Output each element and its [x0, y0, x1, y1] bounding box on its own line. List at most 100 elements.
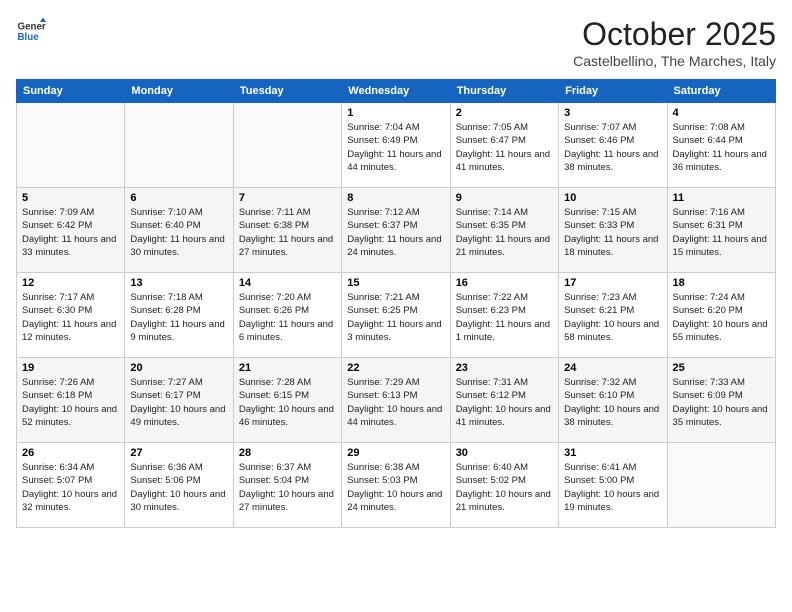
day-info: Sunrise: 7:08 AM Sunset: 6:44 PM Dayligh… [673, 121, 770, 174]
title-area: October 2025 Castelbellino, The Marches,… [573, 16, 776, 69]
calendar-cell: 29 Sunrise: 6:38 AM Sunset: 5:03 PM Dayli… [342, 443, 450, 528]
calendar-cell: 1 Sunrise: 7:04 AM Sunset: 6:49 PM Daylig… [342, 103, 450, 188]
day-info: Sunrise: 7:23 AM Sunset: 6:21 PM Dayligh… [564, 291, 661, 344]
calendar-cell: 22 Sunrise: 7:29 AM Sunset: 6:13 PM Dayli… [342, 358, 450, 443]
day-number: 7 [239, 192, 336, 204]
day-number: 9 [456, 192, 553, 204]
calendar-week: 19 Sunrise: 7:26 AM Sunset: 6:18 PM Dayli… [17, 358, 776, 443]
day-number: 15 [347, 277, 444, 289]
calendar-cell [17, 103, 125, 188]
day-info: Sunrise: 7:05 AM Sunset: 6:47 PM Dayligh… [456, 121, 553, 174]
day-info: Sunrise: 7:20 AM Sunset: 6:26 PM Dayligh… [239, 291, 336, 344]
calendar-body: 1 Sunrise: 7:04 AM Sunset: 6:49 PM Daylig… [17, 103, 776, 528]
calendar-cell: 2Sunrise: 7:05 AM Sunset: 6:47 PM Daylig… [450, 103, 558, 188]
calendar-cell: 5 Sunrise: 7:09 AM Sunset: 6:42 PM Daylig… [17, 188, 125, 273]
calendar-cell: 12 Sunrise: 7:17 AM Sunset: 6:30 PM Dayli… [17, 273, 125, 358]
day-info: Sunrise: 7:24 AM Sunset: 6:20 PM Dayligh… [673, 291, 770, 344]
day-info: Sunrise: 7:14 AM Sunset: 6:35 PM Dayligh… [456, 206, 553, 259]
day-info: Sunrise: 7:32 AM Sunset: 6:10 PM Dayligh… [564, 376, 661, 429]
header: General Blue October 2025 Castelbellino,… [16, 16, 776, 69]
day-number: 25 [673, 362, 770, 374]
calendar-cell: 23Sunrise: 7:31 AM Sunset: 6:12 PM Dayli… [450, 358, 558, 443]
calendar-week: 26 Sunrise: 6:34 AM Sunset: 5:07 PM Dayli… [17, 443, 776, 528]
day-number: 19 [22, 362, 119, 374]
day-info: Sunrise: 6:40 AM Sunset: 5:02 PM Dayligh… [456, 461, 553, 514]
calendar-cell: 27 Sunrise: 6:36 AM Sunset: 5:06 PM Dayli… [125, 443, 233, 528]
weekday-header: Tuesday [233, 80, 341, 103]
day-info: Sunrise: 7:11 AM Sunset: 6:38 PM Dayligh… [239, 206, 336, 259]
day-number: 26 [22, 447, 119, 459]
day-info: Sunrise: 7:04 AM Sunset: 6:49 PM Dayligh… [347, 121, 444, 174]
day-info: Sunrise: 6:34 AM Sunset: 5:07 PM Dayligh… [22, 461, 119, 514]
month-title: October 2025 [573, 16, 776, 53]
calendar-cell: 18 Sunrise: 7:24 AM Sunset: 6:20 PM Dayli… [667, 273, 775, 358]
calendar-cell: 3 Sunrise: 7:07 AM Sunset: 6:46 PM Daylig… [559, 103, 667, 188]
logo: General Blue [16, 16, 46, 46]
weekday-header: Friday [559, 80, 667, 103]
calendar-cell: 17 Sunrise: 7:23 AM Sunset: 6:21 PM Dayli… [559, 273, 667, 358]
day-info: Sunrise: 7:29 AM Sunset: 6:13 PM Dayligh… [347, 376, 444, 429]
svg-text:Blue: Blue [18, 32, 40, 43]
day-number: 31 [564, 447, 661, 459]
day-info: Sunrise: 6:36 AM Sunset: 5:06 PM Dayligh… [130, 461, 227, 514]
calendar-cell: 24 Sunrise: 7:32 AM Sunset: 6:10 PM Dayli… [559, 358, 667, 443]
calendar-cell: 7 Sunrise: 7:11 AM Sunset: 6:38 PM Daylig… [233, 188, 341, 273]
calendar-cell: 6 Sunrise: 7:10 AM Sunset: 6:40 PM Daylig… [125, 188, 233, 273]
day-number: 24 [564, 362, 661, 374]
weekday-header: Monday [125, 80, 233, 103]
day-info: Sunrise: 7:28 AM Sunset: 6:15 PM Dayligh… [239, 376, 336, 429]
calendar-cell: 30 Sunrise: 6:40 AM Sunset: 5:02 PM Dayli… [450, 443, 558, 528]
day-info: Sunrise: 7:22 AM Sunset: 6:23 PM Dayligh… [456, 291, 553, 344]
day-number: 27 [130, 447, 227, 459]
day-info: Sunrise: 7:09 AM Sunset: 6:42 PM Dayligh… [22, 206, 119, 259]
svg-text:General: General [18, 22, 47, 33]
calendar-cell: 4 Sunrise: 7:08 AM Sunset: 6:44 PM Daylig… [667, 103, 775, 188]
day-info: Sunrise: 6:38 AM Sunset: 5:03 PM Dayligh… [347, 461, 444, 514]
calendar-cell: 8Sunrise: 7:12 AM Sunset: 6:37 PM Daylig… [342, 188, 450, 273]
calendar-cell: 28Sunrise: 6:37 AM Sunset: 5:04 PM Dayli… [233, 443, 341, 528]
day-number: 6 [130, 192, 227, 204]
calendar-week: 5 Sunrise: 7:09 AM Sunset: 6:42 PM Daylig… [17, 188, 776, 273]
day-number: 4 [673, 107, 770, 119]
day-number: 17 [564, 277, 661, 289]
calendar-cell [125, 103, 233, 188]
day-info: Sunrise: 7:10 AM Sunset: 6:40 PM Dayligh… [130, 206, 227, 259]
calendar-cell: 10Sunrise: 7:15 AM Sunset: 6:33 PM Dayli… [559, 188, 667, 273]
day-info: Sunrise: 6:41 AM Sunset: 5:00 PM Dayligh… [564, 461, 661, 514]
calendar-cell: 20Sunrise: 7:27 AM Sunset: 6:17 PM Dayli… [125, 358, 233, 443]
day-number: 5 [22, 192, 119, 204]
day-info: Sunrise: 7:31 AM Sunset: 6:12 PM Dayligh… [456, 376, 553, 429]
day-info: Sunrise: 7:07 AM Sunset: 6:46 PM Dayligh… [564, 121, 661, 174]
calendar-cell: 11 Sunrise: 7:16 AM Sunset: 6:31 PM Dayli… [667, 188, 775, 273]
day-number: 29 [347, 447, 444, 459]
calendar-table: SundayMondayTuesdayWednesdayThursdayFrid… [16, 79, 776, 528]
day-number: 8 [347, 192, 444, 204]
day-number: 3 [564, 107, 661, 119]
calendar-cell: 25Sunrise: 7:33 AM Sunset: 6:09 PM Dayli… [667, 358, 775, 443]
weekday-header: Thursday [450, 80, 558, 103]
day-info: Sunrise: 7:21 AM Sunset: 6:25 PM Dayligh… [347, 291, 444, 344]
calendar-header: SundayMondayTuesdayWednesdayThursdayFrid… [17, 80, 776, 103]
calendar-cell: 14Sunrise: 7:20 AM Sunset: 6:26 PM Dayli… [233, 273, 341, 358]
day-info: Sunrise: 7:18 AM Sunset: 6:28 PM Dayligh… [130, 291, 227, 344]
calendar-cell: 16 Sunrise: 7:22 AM Sunset: 6:23 PM Dayli… [450, 273, 558, 358]
calendar-cell: 31 Sunrise: 6:41 AM Sunset: 5:00 PM Dayli… [559, 443, 667, 528]
day-number: 18 [673, 277, 770, 289]
day-number: 12 [22, 277, 119, 289]
calendar-cell: 13 Sunrise: 7:18 AM Sunset: 6:28 PM Dayli… [125, 273, 233, 358]
day-number: 1 [347, 107, 444, 119]
day-info: Sunrise: 7:26 AM Sunset: 6:18 PM Dayligh… [22, 376, 119, 429]
day-number: 21 [239, 362, 336, 374]
day-number: 22 [347, 362, 444, 374]
calendar-week: 1 Sunrise: 7:04 AM Sunset: 6:49 PM Daylig… [17, 103, 776, 188]
weekday-header: Wednesday [342, 80, 450, 103]
day-info: Sunrise: 7:16 AM Sunset: 6:31 PM Dayligh… [673, 206, 770, 259]
day-number: 11 [673, 192, 770, 204]
day-info: Sunrise: 7:15 AM Sunset: 6:33 PM Dayligh… [564, 206, 661, 259]
day-info: Sunrise: 7:17 AM Sunset: 6:30 PM Dayligh… [22, 291, 119, 344]
calendar-cell: 26 Sunrise: 6:34 AM Sunset: 5:07 PM Dayli… [17, 443, 125, 528]
day-number: 13 [130, 277, 227, 289]
day-number: 16 [456, 277, 553, 289]
day-number: 30 [456, 447, 553, 459]
weekday-header: Saturday [667, 80, 775, 103]
